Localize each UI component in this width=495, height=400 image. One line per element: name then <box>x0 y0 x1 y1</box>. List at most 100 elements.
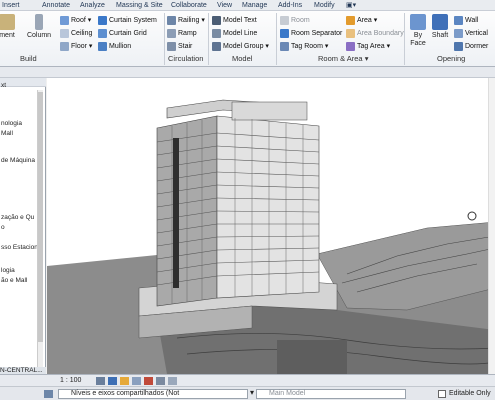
browser-item[interactable]: sso Estacion <box>1 244 38 251</box>
curtain-system-icon <box>98 16 107 25</box>
floor-dropdown-icon: ▾ <box>86 43 93 50</box>
room-separator-button[interactable]: Room Separator <box>280 28 342 39</box>
model-line-button[interactable]: Model Line <box>212 28 257 39</box>
room-button[interactable]: Room <box>280 15 310 26</box>
editable-only-checkbox[interactable] <box>438 390 446 398</box>
dormer-label: Dormer <box>465 43 489 50</box>
tab-annotate[interactable]: Annotate <box>42 1 70 10</box>
worksets-icon[interactable] <box>44 390 53 398</box>
area-label: Area <box>357 17 372 24</box>
sun-path-icon[interactable] <box>120 377 129 385</box>
ceiling-label: Ceiling <box>71 30 93 37</box>
shadows-icon[interactable] <box>132 377 141 385</box>
ribbon-tab-bar: Insert Annotate Analyze Massing & Site C… <box>0 0 495 11</box>
tab-manage[interactable]: Manage <box>242 1 267 10</box>
browser-item[interactable]: logia <box>1 267 15 274</box>
ramp-button[interactable]: Ramp <box>167 28 197 39</box>
tab-insert[interactable]: Insert <box>2 1 20 10</box>
tab-collaborate[interactable]: Collaborate <box>171 1 207 10</box>
mullion-button[interactable]: Mullion <box>98 41 131 52</box>
area-boundary-label: Area Boundary <box>357 30 404 37</box>
room-area-panel-label[interactable]: Room & Area ▾ <box>318 54 368 63</box>
model-group-icon <box>212 42 221 51</box>
curtain-grid-button[interactable]: Curtain Grid <box>98 28 147 39</box>
tag-area-label: Tag Area <box>357 43 385 50</box>
room-area-dropdown-icon: ▾ <box>362 54 369 63</box>
foundation-block <box>277 340 347 374</box>
orbit-cursor-icon <box>467 211 477 221</box>
area-icon <box>346 16 355 25</box>
dormer-button[interactable]: Dormer <box>454 41 488 52</box>
browser-central-file[interactable]: N-CENTRAL... <box>0 367 46 374</box>
active-workset-select[interactable]: Níveis e eixos compartilhados (Not <box>58 389 248 399</box>
column-button[interactable]: Column <box>26 14 52 40</box>
model-line-label: Model Line <box>223 30 258 37</box>
floor-button[interactable]: Floor ▾ <box>60 41 92 52</box>
curtain-system-label: Curtain System <box>109 17 157 24</box>
browser-scrollbar[interactable] <box>37 90 43 375</box>
view-scrollbar[interactable] <box>488 78 495 374</box>
tab-view[interactable]: View <box>217 1 232 10</box>
vertical-opening-button[interactable]: Vertical <box>454 28 488 39</box>
building-3d-model <box>47 99 495 374</box>
model-text-button[interactable]: Model Text <box>212 15 257 26</box>
crop-view-icon[interactable] <box>156 377 165 385</box>
ceiling-button[interactable]: Ceiling <box>60 28 92 39</box>
browser-item[interactable]: o <box>1 224 5 231</box>
browser-item[interactable]: ão e Mall <box>1 277 27 284</box>
curtain-grid-label: Curtain Grid <box>109 30 147 37</box>
tag-area-button[interactable]: Tag Area ▾ <box>346 41 390 52</box>
stair-label: Stair <box>178 43 193 50</box>
tab-add-ins[interactable]: Add-Ins <box>278 1 302 10</box>
tag-room-button[interactable]: Tag Room ▾ <box>280 41 328 52</box>
room-separator-label: Room Separator <box>291 30 343 37</box>
tag-area-icon <box>346 42 355 51</box>
view-control-bar: 1 : 100 <box>0 374 495 386</box>
render-icon[interactable] <box>144 377 153 385</box>
curtain-system-button[interactable]: Curtain System <box>98 15 157 26</box>
by-face-icon <box>410 14 426 30</box>
stair-button[interactable]: Stair <box>167 41 192 52</box>
chevron-down-icon[interactable]: ▾ <box>250 388 254 397</box>
vertical-label: Vertical <box>465 30 488 37</box>
model-group-button[interactable]: Model Group ▾ <box>212 41 269 52</box>
shaft-button[interactable]: Shaft <box>429 14 451 40</box>
browser-item[interactable]: zação e Qu <box>1 214 34 221</box>
tag-room-label: Tag Room <box>291 43 323 50</box>
component-button[interactable]: ment <box>0 14 18 40</box>
project-browser: xt nologia Mall de Máquina zação e Qu o … <box>0 78 46 378</box>
railing-label: Railing <box>178 17 200 24</box>
detail-level-icon[interactable] <box>96 377 105 385</box>
wall-label: Wall <box>465 17 479 24</box>
view-scale[interactable]: 1 : 100 <box>60 377 81 384</box>
tab-analyze[interactable]: Analyze <box>80 1 105 10</box>
roof-button[interactable]: Roof ▾ <box>60 15 91 26</box>
by-face-button[interactable]: By Face <box>408 14 428 48</box>
visual-style-icon[interactable] <box>108 377 117 385</box>
show-crop-icon[interactable] <box>168 377 177 385</box>
browser-scrollbar-thumb[interactable] <box>38 92 43 342</box>
browser-item[interactable]: xt <box>1 82 6 89</box>
roof-structure <box>231 101 308 121</box>
area-button[interactable]: Area ▾ <box>346 15 377 26</box>
browser-item[interactable]: de Máquina <box>1 157 35 164</box>
design-option-select[interactable]: Main Model <box>256 389 406 399</box>
wall-opening-button[interactable]: Wall <box>454 15 478 26</box>
tab-extra-dropdown-icon[interactable]: ▣▾ <box>346 1 356 10</box>
tab-massing-site[interactable]: Massing & Site <box>116 1 163 10</box>
browser-item[interactable]: Mall <box>1 130 13 137</box>
roof-dropdown-icon: ▾ <box>85 17 92 24</box>
view-tab-strip <box>0 67 495 78</box>
3d-view-canvas[interactable] <box>47 78 495 374</box>
circulation-panel-label: Circulation <box>168 54 204 63</box>
browser-item[interactable]: nologia <box>1 120 22 127</box>
component-icon <box>0 14 15 30</box>
active-workset-value: Níveis e eixos compartilhados (Not <box>71 390 180 397</box>
tab-modify[interactable]: Modify <box>314 1 335 10</box>
area-boundary-button[interactable]: Area Boundary <box>346 28 404 39</box>
project-browser-header <box>0 78 46 87</box>
component-label: ment <box>0 32 15 39</box>
railing-button[interactable]: Railing ▾ <box>167 15 205 26</box>
by-face-label-2: Face <box>410 40 426 47</box>
area-boundary-icon <box>346 29 355 38</box>
